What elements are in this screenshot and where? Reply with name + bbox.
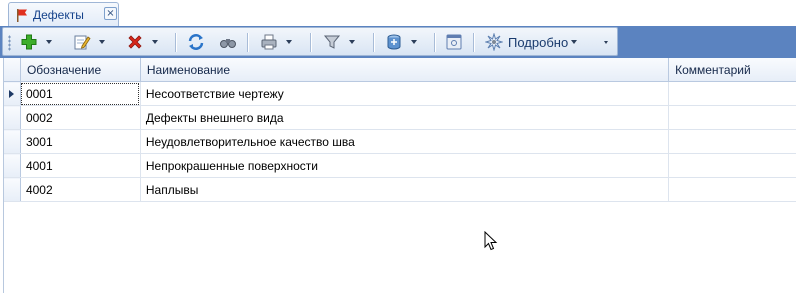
cell-name[interactable]: Наплывы <box>140 178 668 202</box>
cell-comment[interactable] <box>669 130 796 154</box>
current-row-arrow-icon <box>9 90 14 98</box>
cell-code[interactable]: 4002 <box>20 178 140 202</box>
row-indicator[interactable] <box>4 82 20 106</box>
chevron-down-icon[interactable] <box>46 40 52 44</box>
plus-icon <box>20 33 38 51</box>
detail-button-label: Подробно <box>508 35 568 50</box>
cell-comment[interactable] <box>669 82 796 106</box>
mouse-cursor-icon <box>484 231 498 251</box>
cell-comment[interactable] <box>669 154 796 178</box>
refresh-icon <box>187 33 205 51</box>
row-indicator[interactable] <box>4 130 20 154</box>
row-indicator[interactable] <box>4 178 20 202</box>
detail-button[interactable]: Подробно <box>485 31 577 53</box>
toolbar-separator <box>175 33 176 52</box>
row-indicator[interactable] <box>4 106 20 130</box>
cell-code[interactable]: 3001 <box>20 130 140 154</box>
cell-code[interactable]: 0001 <box>20 82 140 106</box>
tab-label: Дефекты <box>33 8 84 22</box>
toolbar-separator <box>434 33 435 52</box>
close-icon[interactable]: × <box>104 7 117 20</box>
edit-icon <box>73 33 91 51</box>
toolbar-separator <box>473 33 474 52</box>
chevron-down-icon[interactable] <box>571 40 577 44</box>
table-row[interactable]: 4002 Наплывы <box>4 178 796 202</box>
chevron-down-icon[interactable] <box>152 40 158 44</box>
cell-name[interactable]: Неудовлетворительное качество шва <box>140 130 668 154</box>
table-row[interactable]: 0001 Несоответствие чертежу <box>4 82 796 106</box>
toolbar: Подробно <box>2 27 618 56</box>
row-indicator-header <box>4 58 20 82</box>
toolbar-separator <box>247 33 248 52</box>
printer-icon <box>260 33 278 51</box>
toolbar-grip[interactable] <box>8 35 11 51</box>
defects-grid: Обозначение Наименование Комментарий 000… <box>3 58 796 293</box>
refresh-button[interactable] <box>187 31 205 53</box>
table-row[interactable]: 0002 Дефекты внешнего вида <box>4 106 796 130</box>
chevron-down-icon[interactable] <box>411 40 417 44</box>
column-header-comment[interactable]: Комментарий <box>669 58 796 82</box>
cell-code[interactable]: 0002 <box>20 106 140 130</box>
add-button[interactable] <box>20 31 52 53</box>
delete-icon <box>126 33 144 51</box>
cell-code[interactable]: 4001 <box>20 154 140 178</box>
settings-button[interactable] <box>445 31 463 53</box>
table-row[interactable]: 4001 Непрокрашенные поверхности <box>4 154 796 178</box>
chevron-down-icon <box>604 41 608 44</box>
edit-button[interactable] <box>73 31 105 53</box>
cell-comment[interactable] <box>669 106 796 130</box>
filter-icon <box>323 33 341 51</box>
column-header-name[interactable]: Наименование <box>140 58 668 82</box>
cell-name[interactable]: Непрокрашенные поверхности <box>140 154 668 178</box>
export-button[interactable] <box>385 31 417 53</box>
window-icon <box>445 33 463 51</box>
toolbar-overflow-button[interactable] <box>604 31 608 53</box>
row-indicator[interactable] <box>4 154 20 178</box>
flag-icon <box>16 8 28 22</box>
cell-comment[interactable] <box>669 178 796 202</box>
toolbar-separator <box>373 33 374 52</box>
cell-name[interactable]: Несоответствие чертежу <box>140 82 668 106</box>
print-button[interactable] <box>260 31 292 53</box>
column-header-code[interactable]: Обозначение <box>20 58 140 82</box>
find-button[interactable] <box>219 31 237 53</box>
filter-button[interactable] <box>323 31 355 53</box>
chevron-down-icon[interactable] <box>349 40 355 44</box>
tab-strip: Дефекты × <box>0 0 796 27</box>
database-icon <box>385 33 403 51</box>
table-row[interactable]: 3001 Неудовлетворительное качество шва <box>4 130 796 154</box>
delete-button[interactable] <box>126 31 158 53</box>
tab-defects[interactable]: Дефекты × <box>8 2 119 26</box>
chevron-down-icon[interactable] <box>99 40 105 44</box>
cell-name[interactable]: Дефекты внешнего вида <box>140 106 668 130</box>
details-icon <box>485 33 503 51</box>
chevron-down-icon[interactable] <box>286 40 292 44</box>
toolbar-separator <box>310 33 311 52</box>
binoculars-icon <box>219 33 237 51</box>
